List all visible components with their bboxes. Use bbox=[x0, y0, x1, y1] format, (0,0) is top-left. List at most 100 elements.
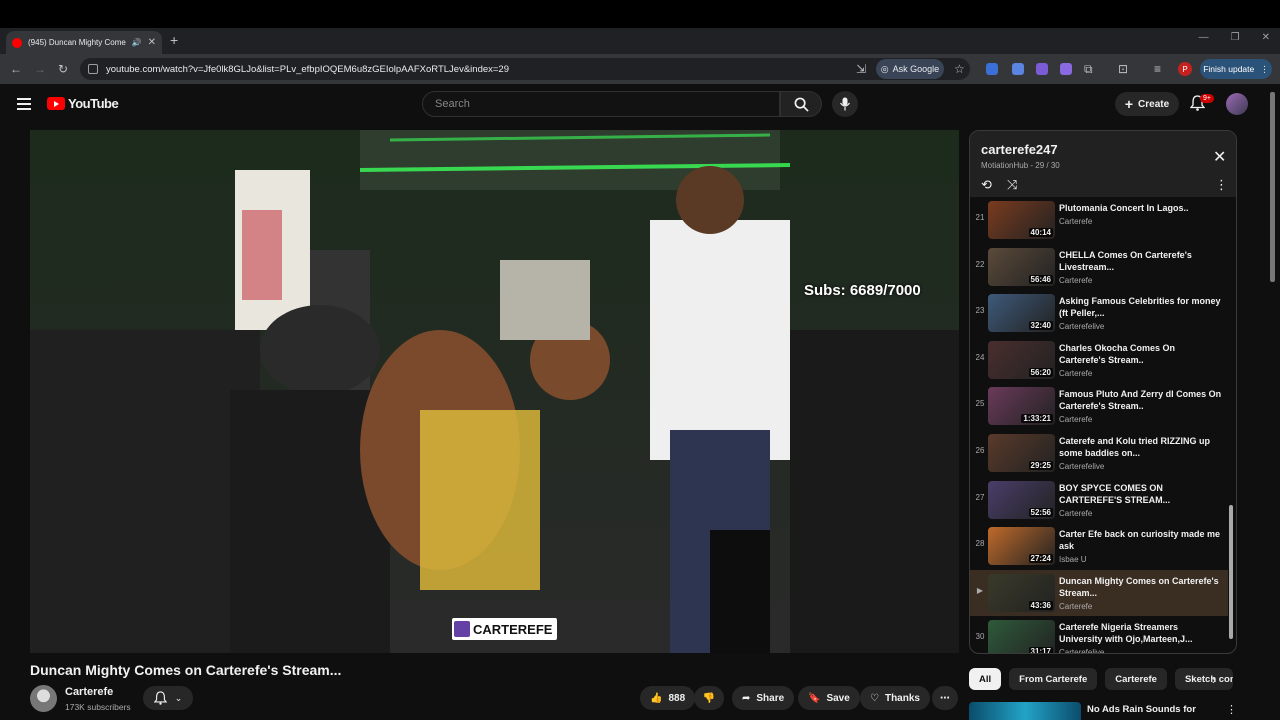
translate-extension-icon[interactable] bbox=[1012, 63, 1024, 75]
minimize-icon[interactable]: — bbox=[1199, 32, 1209, 43]
playlist-item-channel: Carterefelive bbox=[1059, 648, 1105, 654]
playlist-item-title[interactable]: Famous Pluto And Zerry dl Comes On Carte… bbox=[1059, 388, 1224, 412]
playlist-item-title[interactable]: Plutomania Concert In Lagos.. bbox=[1059, 202, 1224, 214]
filter-chip[interactable]: Sketch con bbox=[1174, 668, 1233, 690]
loop-icon[interactable]: ⟲ bbox=[981, 177, 992, 193]
subscription-bell-button[interactable]: ⌄ bbox=[143, 686, 193, 710]
shield-extension-icon[interactable] bbox=[1036, 63, 1048, 75]
playlist-item-title[interactable]: CHELLA Comes On Carterefe's Livestream..… bbox=[1059, 249, 1224, 273]
filter-chip[interactable]: Carterefe bbox=[1105, 668, 1167, 690]
playlist-item-title[interactable]: BOY SPYCE COMES ON CARTEREFE'S STREAM... bbox=[1059, 482, 1224, 506]
playlist-item-thumbnail[interactable]: 29:25 bbox=[988, 433, 1055, 472]
reload-icon[interactable]: ↻ bbox=[58, 62, 68, 76]
profile-avatar[interactable]: P bbox=[1178, 62, 1192, 76]
create-button[interactable]: + Create bbox=[1115, 92, 1179, 116]
browser-tab[interactable]: (945) Duncan Mighty Come 🔊 ✕ bbox=[6, 31, 162, 54]
playlist-item-thumbnail[interactable]: 52:56 bbox=[988, 480, 1055, 519]
playlist-item-thumbnail[interactable]: 40:14 bbox=[988, 201, 1055, 239]
forward-icon[interactable]: → bbox=[34, 62, 46, 76]
playlist-item-thumbnail[interactable]: 32:40 bbox=[988, 294, 1055, 333]
hamburger-menu-icon[interactable] bbox=[17, 98, 31, 110]
playlist-item-title[interactable]: Carter Efe back on curiosity made me ask bbox=[1059, 528, 1224, 552]
playlist-item-thumbnail[interactable]: 56:20 bbox=[988, 340, 1055, 379]
restore-icon[interactable]: ❐ bbox=[1231, 32, 1240, 43]
tab-bar: (945) Duncan Mighty Come 🔊 ✕ + — ❐ ✕ bbox=[0, 28, 1280, 54]
install-app-icon[interactable]: ⇲ bbox=[856, 62, 866, 76]
playlist-item-title[interactable]: Duncan Mighty Comes on Carterefe's Strea… bbox=[1059, 575, 1224, 599]
playlist-item-title[interactable]: Charles Okocha Comes On Carterefe's Stre… bbox=[1059, 342, 1224, 366]
playlist-item-channel: Carterefelive bbox=[1059, 322, 1105, 332]
playlist-item[interactable]: 30 31:17 Carterefe Nigeria Streamers Unive… bbox=[970, 616, 1228, 654]
playlist-header: carterefe247 MotiationHub - 29 / 30 ✕ ⟲ … bbox=[970, 131, 1236, 197]
close-window-icon[interactable]: ✕ bbox=[1262, 32, 1270, 43]
close-tab-icon[interactable]: ✕ bbox=[148, 37, 156, 48]
playlist-item[interactable]: 27 52:56 BOY SPYCE COMES ON CARTEREFE'S ST… bbox=[970, 477, 1228, 524]
extension-icon[interactable] bbox=[986, 63, 998, 75]
playlist-item[interactable]: 23 32:40 Asking Famous Celebrities for mon… bbox=[970, 290, 1228, 337]
playlist-item-thumbnail[interactable]: 43:36 bbox=[988, 573, 1055, 612]
playlist-item-title[interactable]: Carterefe Nigeria Streamers University w… bbox=[1059, 621, 1224, 645]
account-avatar[interactable] bbox=[1226, 93, 1248, 115]
playlist-item[interactable]: 21 40:14 Plutomania Concert In Lagos.. Cart… bbox=[970, 197, 1228, 244]
media-control-icon[interactable]: ≡ bbox=[1154, 62, 1161, 76]
ask-google-button[interactable]: ◎ Ask Google bbox=[876, 59, 944, 79]
like-button[interactable]: 👍 888 bbox=[640, 686, 695, 710]
channel-name[interactable]: Carterefe bbox=[65, 686, 113, 698]
youtube-header: YouTube Search + Create 9+ bbox=[0, 84, 1270, 124]
new-tab-button[interactable]: + bbox=[170, 32, 178, 48]
save-button[interactable]: 🔖 Save bbox=[798, 686, 860, 710]
search-input[interactable]: Search bbox=[422, 91, 780, 117]
duration-badge: 1:33:21 bbox=[1021, 414, 1053, 424]
playlist-item-thumbnail[interactable]: 27:24 bbox=[988, 527, 1055, 566]
thumbs-up-icon: 👍 bbox=[650, 692, 663, 704]
playlist-item[interactable]: 24 56:20 Charles Okocha Comes On Carterefe… bbox=[970, 337, 1228, 384]
close-playlist-icon[interactable]: ✕ bbox=[1213, 147, 1226, 167]
playlist-item-index: 21 bbox=[975, 213, 985, 222]
back-icon[interactable]: ← bbox=[10, 62, 22, 76]
playlist-item-thumbnail[interactable]: 56:46 bbox=[988, 247, 1055, 286]
page-scrollbar[interactable] bbox=[1270, 92, 1275, 282]
dislike-button[interactable]: 👎 bbox=[694, 686, 724, 710]
bookmark-icon: 🔖 bbox=[808, 692, 821, 704]
more-actions-button[interactable]: ⋯ bbox=[932, 686, 958, 710]
site-info-icon[interactable] bbox=[88, 64, 98, 74]
channel-subscriber-count: 173K subscribers bbox=[65, 702, 131, 712]
related-video-thumbnail[interactable] bbox=[969, 702, 1081, 720]
thanks-button[interactable]: ♡ Thanks bbox=[860, 686, 930, 710]
playlist-item-thumbnail[interactable]: 1:33:21 bbox=[988, 387, 1055, 426]
playlist-item[interactable]: 28 27:24 Carter Efe back on curiosity made… bbox=[970, 523, 1228, 570]
filter-chip[interactable]: From Carterefe bbox=[1009, 668, 1098, 690]
playlist-scrollbar[interactable] bbox=[1229, 201, 1233, 647]
address-bar: ← → ↻ youtube.com/watch?v=Jfe0lk8GLJo&li… bbox=[0, 54, 1280, 84]
playlist-item[interactable]: 25 1:33:21 Famous Pluto And Zerry dl Comes… bbox=[970, 383, 1228, 430]
channel-avatar[interactable] bbox=[30, 685, 57, 712]
tab-search-icon[interactable]: ⊡ bbox=[1118, 62, 1128, 76]
puzzle-icon[interactable]: ⧉ bbox=[1084, 62, 1093, 77]
video-player[interactable]: Subs: 6689/7000 CARTEREFE bbox=[30, 130, 959, 653]
window-titlebar bbox=[0, 0, 1280, 28]
video-title: Duncan Mighty Comes on Carterefe's Strea… bbox=[30, 662, 342, 678]
playlist-item-title[interactable]: Caterefe and Kolu tried RIZZING up some … bbox=[1059, 435, 1224, 459]
related-video-title[interactable]: No Ads Rain Sounds for bbox=[1087, 704, 1196, 715]
playlist-item[interactable]: 26 29:25 Caterefe and Kolu tried RIZZING u… bbox=[970, 430, 1228, 477]
playlist-item[interactable]: 22 56:46 CHELLA Comes On Carterefe's Lives… bbox=[970, 244, 1228, 291]
cloud-extension-icon[interactable] bbox=[1060, 63, 1072, 75]
share-icon: ➦ bbox=[742, 692, 751, 704]
playlist-item-thumbnail[interactable]: 31:17 bbox=[988, 620, 1055, 653]
chevron-right-icon[interactable]: › bbox=[1212, 673, 1216, 687]
playlist-more-icon[interactable]: ⋮ bbox=[1215, 177, 1228, 193]
share-button[interactable]: ➦ Share bbox=[732, 686, 795, 710]
url-field[interactable]: youtube.com/watch?v=Jfe0lk8GLJo&list=PLv… bbox=[80, 58, 970, 80]
finish-update-button[interactable]: Finish update ⋮ bbox=[1200, 59, 1272, 79]
playlist-item[interactable]: ▶ 43:36 Duncan Mighty Comes on Carterefe's… bbox=[970, 569, 1228, 617]
youtube-logo[interactable]: YouTube bbox=[47, 96, 119, 111]
duration-badge: 27:24 bbox=[1028, 554, 1053, 564]
voice-search-button[interactable] bbox=[832, 91, 858, 117]
shuffle-icon[interactable]: ⤨ bbox=[1007, 177, 1017, 193]
playlist-title[interactable]: carterefe247 bbox=[981, 142, 1058, 157]
bookmark-star-icon[interactable]: ☆ bbox=[954, 62, 965, 76]
playlist-item-title[interactable]: Asking Famous Celebrities for money (ft … bbox=[1059, 295, 1224, 319]
filter-chip[interactable]: All bbox=[969, 668, 1002, 690]
search-button[interactable] bbox=[780, 91, 822, 117]
related-more-icon[interactable]: ⋮ bbox=[1226, 703, 1237, 716]
